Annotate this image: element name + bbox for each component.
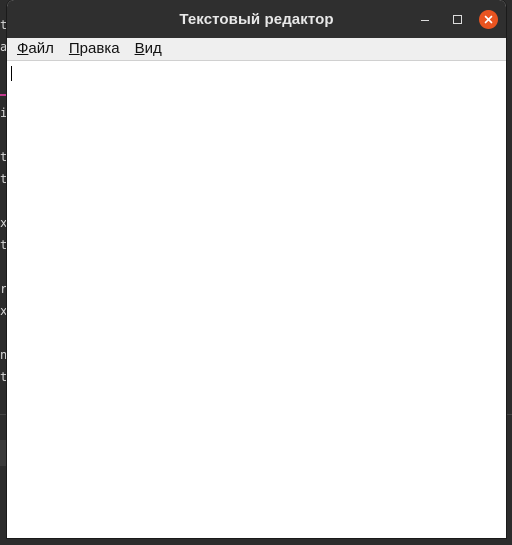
maximize-icon bbox=[452, 14, 462, 24]
menu-file-mnemonic: Ф bbox=[17, 40, 29, 57]
menu-view-mnemonic: В bbox=[134, 40, 145, 57]
window-controls bbox=[415, 9, 498, 29]
menu-view-label: ид bbox=[144, 40, 162, 57]
close-icon bbox=[484, 15, 493, 23]
menubar: Файл Правка Вид bbox=[7, 38, 506, 61]
menu-edit-mnemonic: П bbox=[68, 40, 80, 57]
menu-edit-label: равка bbox=[79, 40, 120, 57]
maximize-button[interactable] bbox=[447, 9, 467, 29]
titlebar[interactable]: Текстовый редактор bbox=[7, 0, 506, 38]
close-button[interactable] bbox=[479, 9, 498, 29]
minimize-button[interactable] bbox=[415, 9, 435, 29]
menu-file[interactable]: Файл bbox=[17, 39, 54, 59]
window-title: Текстовый редактор bbox=[179, 10, 334, 28]
text-cursor bbox=[11, 66, 12, 81]
text-editor-area[interactable] bbox=[7, 61, 506, 537]
terminal-separator bbox=[0, 94, 7, 96]
menu-file-label: айл bbox=[28, 40, 54, 57]
minimize-icon bbox=[421, 19, 429, 22]
menu-edit[interactable]: Правка bbox=[69, 39, 120, 59]
menu-view[interactable]: Вид bbox=[135, 39, 162, 59]
text-editor-window: Текстовый редактор Файл Правка Вид bbox=[7, 0, 506, 538]
